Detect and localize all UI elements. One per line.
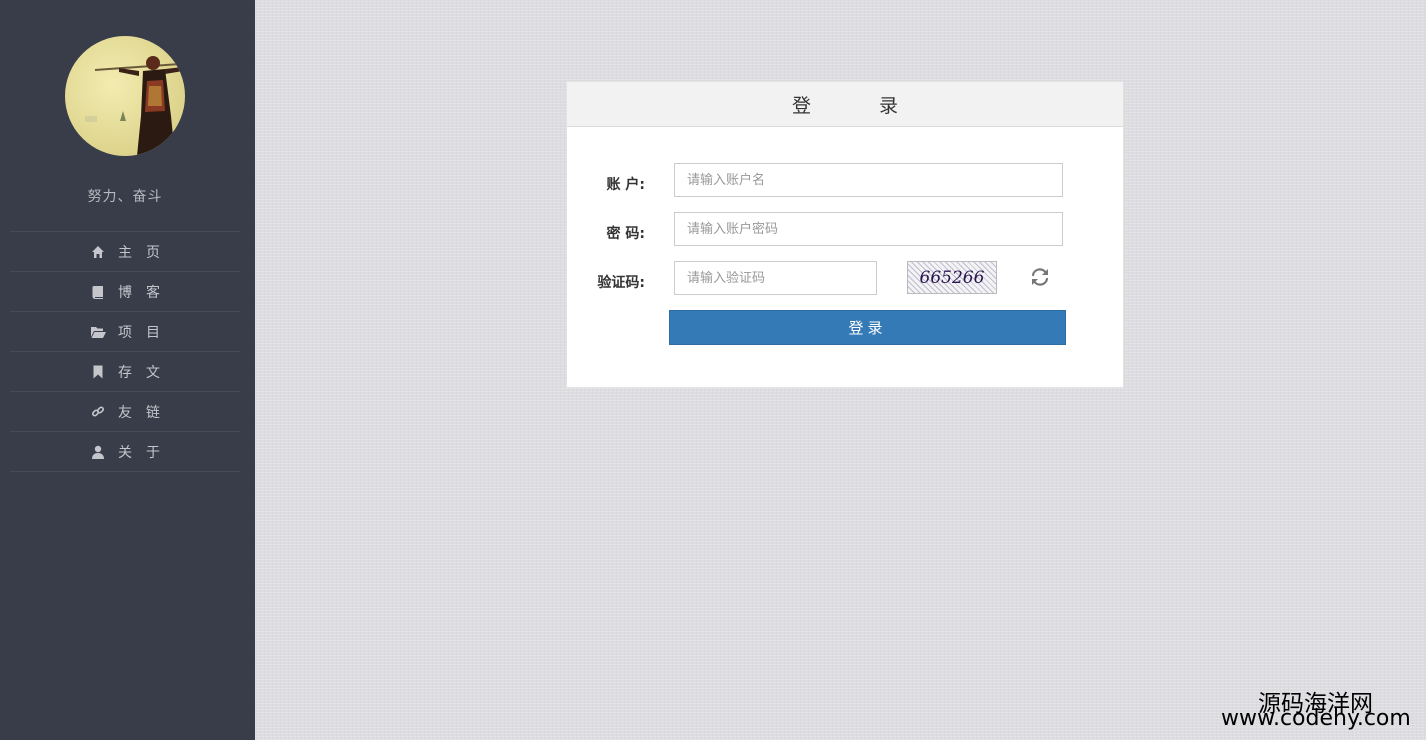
sidebar-item-archive[interactable]: 存文 bbox=[10, 352, 240, 392]
motto-text: 努力、奋斗 bbox=[87, 189, 163, 205]
sidebar-item-label: 主页 bbox=[118, 244, 174, 261]
user-icon bbox=[90, 444, 106, 460]
login-title: 登录 bbox=[791, 94, 966, 117]
login-panel-header: 登录 bbox=[567, 82, 1123, 127]
password-input[interactable] bbox=[674, 212, 1063, 246]
sidebar-item-projects[interactable]: 项目 bbox=[10, 312, 240, 352]
login-button[interactable]: 登录 bbox=[669, 310, 1066, 345]
sidebar-item-label: 存文 bbox=[118, 364, 174, 381]
home-icon bbox=[90, 244, 106, 260]
captcha-image[interactable]: 665266 bbox=[907, 261, 997, 294]
password-label: 密 码: bbox=[606, 226, 645, 242]
sidebar-item-links[interactable]: 友链 bbox=[10, 392, 240, 432]
login-panel: 登录 账 户: 密 码: 验证码: 665266 登录 bbox=[566, 81, 1124, 388]
watermark-url: www.codehy.com bbox=[1221, 706, 1411, 731]
sidebar-item-label: 关于 bbox=[118, 444, 174, 461]
folder-open-icon bbox=[90, 324, 106, 340]
bookmark-icon bbox=[90, 364, 106, 380]
link-icon bbox=[90, 404, 106, 420]
sidebar-item-label: 项目 bbox=[118, 324, 174, 341]
sidebar-item-home[interactable]: 主页 bbox=[10, 232, 240, 272]
sidebar-item-label: 博客 bbox=[118, 284, 174, 301]
captcha-input[interactable] bbox=[674, 261, 877, 295]
captcha-label: 验证码: bbox=[597, 275, 645, 291]
avatar[interactable] bbox=[65, 36, 185, 156]
sidebar-item-blog[interactable]: 博客 bbox=[10, 272, 240, 312]
sidebar-item-label: 友链 bbox=[118, 404, 174, 421]
refresh-icon[interactable] bbox=[1029, 266, 1051, 288]
sidebar-item-about[interactable]: 关于 bbox=[10, 432, 240, 472]
sidebar: 努力、奋斗 主页 博客 项目 存文 友链 关于 bbox=[0, 0, 255, 740]
captcha-code: 665266 bbox=[919, 267, 985, 288]
account-input[interactable] bbox=[674, 163, 1063, 197]
book-icon bbox=[90, 284, 106, 300]
sidebar-nav: 主页 博客 项目 存文 友链 关于 bbox=[10, 231, 240, 472]
account-label: 账 户: bbox=[606, 177, 645, 193]
